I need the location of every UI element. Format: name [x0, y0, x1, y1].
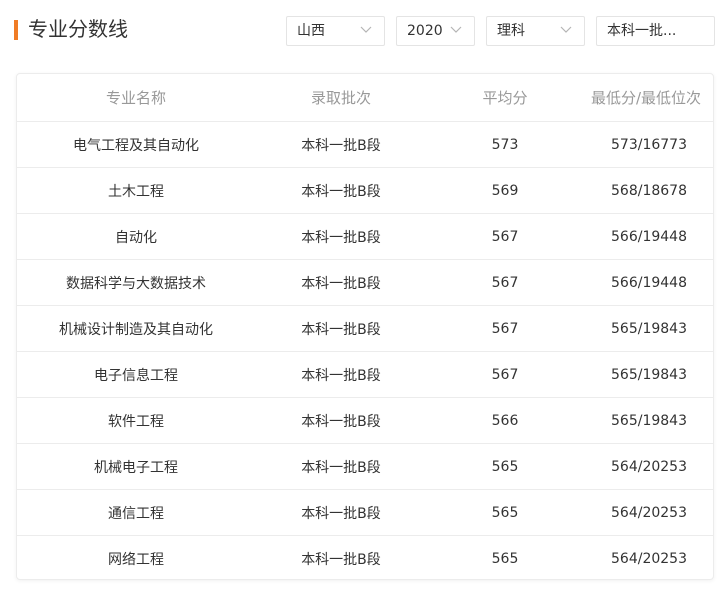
cell-major: 数据科学与大数据技术 [66, 275, 206, 292]
table-row: 数据科学与大数据技术 本科一批B段 567 566/19448 [17, 260, 713, 306]
cell-min-rank: 566/19448 [611, 228, 687, 245]
table-row: 土木工程 本科一批B段 569 568/18678 [17, 168, 713, 214]
province-select[interactable]: 山西 [286, 16, 385, 46]
cell-batch: 本科一批B段 [301, 552, 381, 568]
cell-major: 电气工程及其自动化 [73, 137, 199, 154]
cell-major: 软件工程 [108, 413, 164, 430]
subject-select[interactable]: 理科 [486, 16, 585, 46]
cell-average: 565 [491, 504, 519, 521]
cell-batch: 本科一批B段 [301, 505, 381, 522]
cell-average: 569 [491, 182, 519, 199]
header-major: 专业名称 [105, 89, 166, 107]
year-select[interactable]: 2020 [396, 16, 475, 46]
table-row: 通信工程 本科一批B段 565 564/20253 [17, 490, 713, 536]
cell-major: 机械电子工程 [94, 459, 178, 476]
cell-major: 电子信息工程 [94, 367, 178, 384]
year-select-value: 2020 [407, 23, 443, 39]
cell-major: 通信工程 [108, 505, 164, 522]
cell-major: 机械设计制造及其自动化 [59, 321, 213, 338]
chevron-down-icon [360, 26, 372, 33]
cell-batch: 本科一批B段 [301, 229, 381, 246]
cell-average: 573 [491, 136, 519, 153]
header-batch: 录取批次 [310, 89, 371, 107]
cell-average: 565 [491, 458, 519, 475]
table-row: 电子信息工程 本科一批B段 567 565/19843 [17, 352, 713, 398]
cell-min-rank: 565/19843 [611, 320, 687, 337]
cell-batch: 本科一批B段 [301, 459, 381, 476]
cell-batch: 本科一批B段 [301, 137, 381, 154]
cell-average: 567 [491, 228, 519, 245]
cell-min-rank: 564/20253 [611, 551, 687, 567]
table-row: 机械设计制造及其自动化 本科一批B段 567 565/19843 [17, 306, 713, 352]
batch-select[interactable]: 本科一批... [596, 16, 715, 46]
cell-average: 565 [491, 551, 519, 567]
table-row: 软件工程 本科一批B段 566 565/19843 [17, 398, 713, 444]
cell-average: 567 [491, 366, 519, 383]
cell-major: 网络工程 [108, 552, 164, 568]
cell-min-rank: 565/19843 [611, 412, 687, 429]
cell-major: 土木工程 [108, 183, 164, 200]
page-title: 专业分数线 [28, 17, 128, 41]
header-min-rank: 最低分/最低位次 [591, 89, 702, 107]
table-row: 机械电子工程 本科一批B段 565 564/20253 [17, 444, 713, 490]
cell-average: 566 [491, 412, 519, 429]
table-header: 专业名称 录取批次 平均分 最低分/最低位次 [17, 74, 713, 122]
cell-min-rank: 564/20253 [611, 504, 687, 521]
cell-average: 567 [491, 320, 519, 337]
cell-min-rank: 573/16773 [611, 136, 687, 153]
cell-batch: 本科一批B段 [301, 367, 381, 384]
cell-min-rank: 564/20253 [611, 458, 687, 475]
table-row: 电气工程及其自动化 本科一批B段 573 573/16773 [17, 122, 713, 168]
table-row: 网络工程 本科一批B段 565 564/20253 [17, 536, 713, 579]
cell-major: 自动化 [115, 229, 157, 246]
chevron-down-icon [560, 26, 572, 33]
cell-min-rank: 565/19843 [611, 366, 687, 383]
cell-batch: 本科一批B段 [301, 413, 381, 430]
cell-min-rank: 566/19448 [611, 274, 687, 291]
score-table: 专业名称 录取批次 平均分 最低分/最低位次 电气工程及其自动化 本科一批B段 … [16, 73, 714, 580]
cell-batch: 本科一批B段 [301, 183, 381, 200]
cell-batch: 本科一批B段 [301, 275, 381, 292]
subject-select-value: 理科 [497, 23, 525, 39]
province-select-value: 山西 [297, 23, 325, 39]
chevron-down-icon [450, 26, 462, 33]
table-row: 自动化 本科一批B段 567 566/19448 [17, 214, 713, 260]
title-accent-bar [14, 20, 18, 40]
cell-average: 567 [491, 274, 519, 291]
batch-select-value: 本科一批... [607, 23, 677, 39]
cell-min-rank: 568/18678 [611, 182, 687, 199]
cell-batch: 本科一批B段 [301, 321, 381, 338]
header-average: 平均分 [482, 89, 528, 107]
